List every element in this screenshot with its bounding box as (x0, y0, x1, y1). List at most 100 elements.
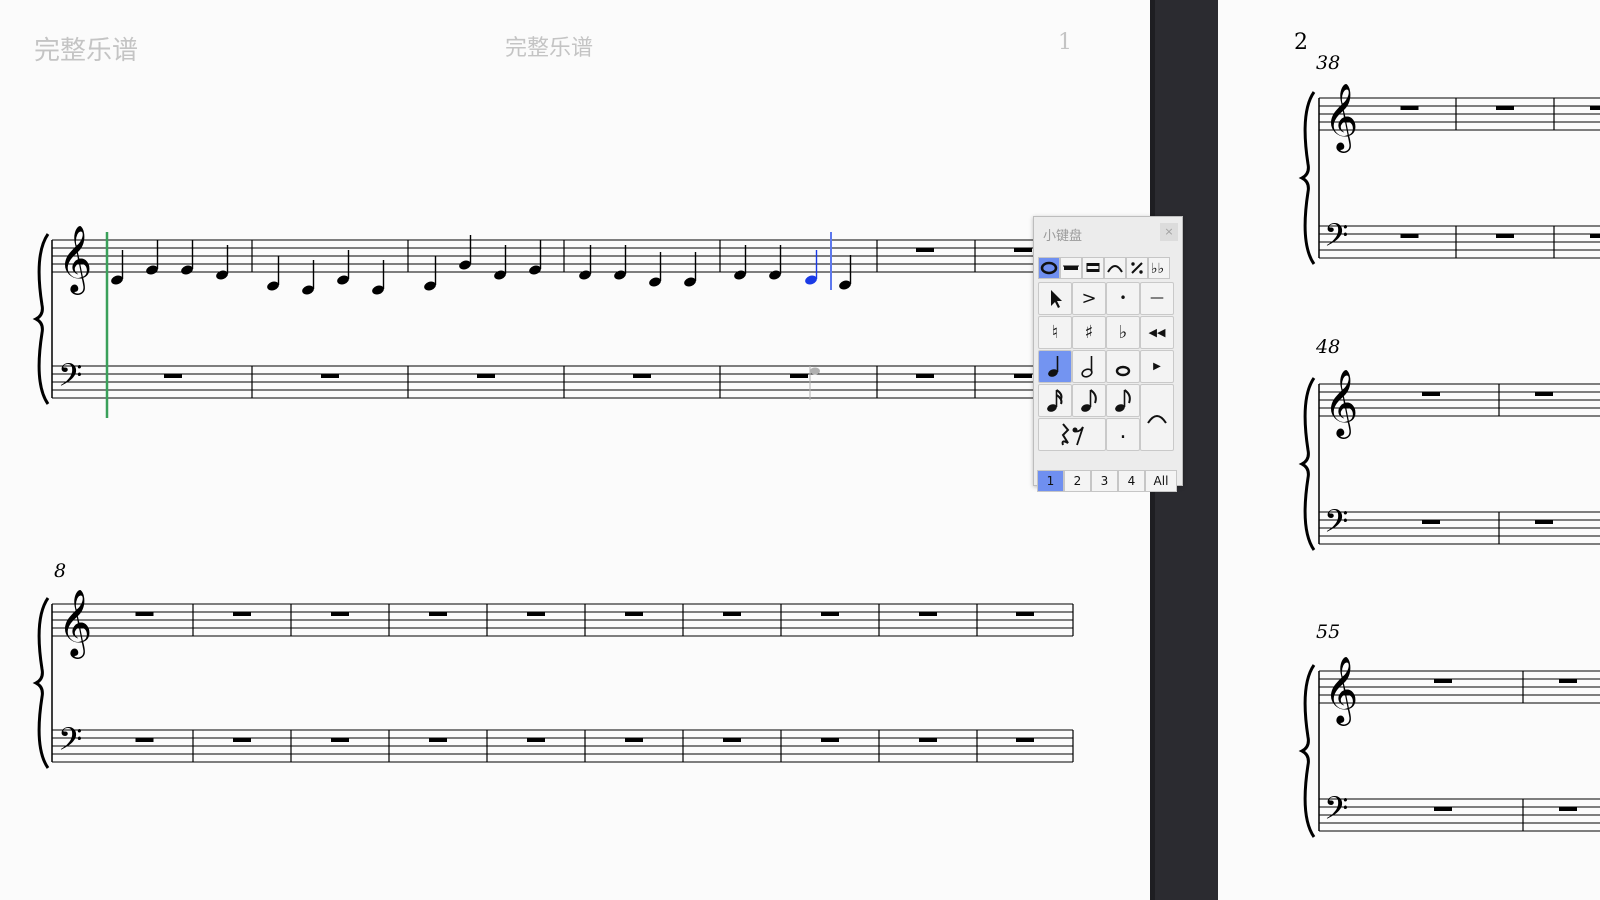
beam-tab[interactable] (1082, 257, 1104, 279)
treble-clef-icon: 𝄞 (1324, 368, 1358, 439)
whole-rest (1559, 679, 1577, 683)
whole-rest (233, 612, 251, 616)
whole-rest (1422, 392, 1440, 396)
tie-tab[interactable] (1104, 257, 1126, 279)
brace (1298, 664, 1316, 838)
voice-4-tab[interactable]: 4 (1118, 470, 1145, 492)
svg-text:♭♭: ♭♭ (1151, 261, 1164, 277)
palette-close-button[interactable]: × (1160, 223, 1178, 241)
whole-rest (1535, 520, 1553, 524)
treble-clef-icon: 𝄞 (1324, 82, 1358, 153)
system-1[interactable]: 𝄞 𝄢 𝄞 𝄢 (0, 0, 1150, 900)
whole-rest (135, 612, 154, 616)
whole-rest (625, 612, 643, 616)
score-page-1: 完整乐谱 完整乐谱 1 𝄞 𝄢 𝄞 𝄢 8 (0, 0, 1150, 900)
whole-rest (527, 612, 545, 616)
flat-button[interactable]: ♭ (1106, 316, 1140, 349)
measure-number: 8 (54, 560, 67, 582)
whole-rest (625, 738, 643, 742)
play-button[interactable]: ▶ (1140, 350, 1174, 383)
treble-clef-icon: 𝄞 (1324, 655, 1358, 726)
whole-rest (1422, 520, 1440, 524)
whole-rest (723, 738, 741, 742)
measure-number: 48 (1316, 336, 1341, 358)
whole-rest (919, 738, 937, 742)
whole-rest (1496, 106, 1514, 110)
whole-rest (429, 612, 447, 616)
whole-rest (429, 738, 447, 742)
whole-rest (331, 738, 349, 742)
whole-rest (723, 612, 741, 616)
sixteenth-note-button[interactable] (1038, 384, 1072, 417)
whole-rest (821, 612, 839, 616)
staccato-button[interactable]: • (1106, 282, 1140, 315)
whole-rest (1014, 248, 1032, 252)
whole-rest (1590, 106, 1600, 110)
eighth-note-button[interactable] (1072, 384, 1106, 417)
accent-button[interactable]: > (1072, 282, 1106, 315)
whole-rest (919, 612, 937, 616)
whole-rest (916, 374, 934, 378)
measure-number: 38 (1316, 52, 1341, 74)
ghost-note (810, 367, 820, 375)
whole-rest (1434, 679, 1452, 683)
whole-rest (1400, 234, 1419, 238)
whole-rest (1016, 738, 1034, 742)
measure-number: 55 (1316, 621, 1341, 643)
whole-rest (790, 374, 808, 378)
whole-rest (1014, 374, 1032, 378)
whole-rest (164, 374, 182, 378)
whole-rest (916, 248, 934, 252)
bass-clef-icon: 𝄢 (1324, 217, 1348, 261)
whole-rest (633, 374, 651, 378)
sharp-button[interactable]: ♯ (1072, 316, 1106, 349)
palette-title: 小键盘 (1043, 229, 1083, 244)
repeat-tab[interactable] (1126, 257, 1148, 279)
score-page-2: 2 𝄞 𝄢 𝄞 𝄢 𝄞 𝄢 38 48 55 (1218, 0, 1600, 900)
whole-rest (331, 612, 349, 616)
note-input-palette[interactable]: 小键盘 × ♭♭ > • — ♮ ♯ ♭ ◀◀ ▶ . 1 2 3 4 All (1033, 216, 1183, 492)
pointer-button[interactable] (1038, 282, 1072, 315)
rest-button[interactable] (1038, 418, 1106, 451)
natural-button[interactable]: ♮ (1038, 316, 1072, 349)
whole-rest (1535, 392, 1553, 396)
bass-clef-icon: 𝄢 (1324, 790, 1348, 834)
voice-3-tab[interactable]: 3 (1091, 470, 1118, 492)
brace (32, 233, 50, 405)
whole-rest (135, 738, 154, 742)
page-2-systems[interactable]: 𝄞 𝄢 𝄞 𝄢 𝄞 𝄢 (1218, 0, 1600, 900)
bass-clef-icon: 𝄢 (1324, 503, 1348, 547)
whole-rest (1016, 612, 1034, 616)
voice-2-tab[interactable]: 2 (1064, 470, 1091, 492)
rest-tab[interactable] (1060, 257, 1082, 279)
brace (1298, 91, 1316, 265)
treble-clef-icon: 𝄞 (58, 588, 92, 659)
brace (1298, 377, 1316, 551)
whole-rest (821, 738, 839, 742)
whole-rest (321, 374, 339, 378)
treble-clef-icon: 𝄞 (58, 224, 92, 295)
whole-rest (233, 738, 251, 742)
brace (32, 597, 50, 769)
whole-rest (1400, 106, 1419, 110)
whole-rest (1559, 807, 1577, 811)
tenuto-button[interactable]: — (1140, 282, 1174, 315)
dot-button[interactable]: . (1106, 418, 1140, 451)
eighth-note-button-alt[interactable] (1106, 384, 1140, 417)
voice-1-tab[interactable]: 1 (1037, 470, 1064, 492)
whole-rest (477, 374, 495, 378)
half-note-button[interactable] (1072, 350, 1106, 383)
whole-rest (527, 738, 545, 742)
bass-clef-icon: 𝄢 (58, 357, 82, 401)
rewind-button[interactable]: ◀◀ (1140, 316, 1174, 349)
whole-rest (1496, 234, 1514, 238)
bass-clef-icon: 𝄢 (58, 721, 82, 765)
whole-rest (1434, 807, 1452, 811)
tie-button[interactable] (1140, 384, 1174, 451)
quarter-note-button[interactable] (1038, 350, 1072, 383)
whole-rest (1590, 234, 1600, 238)
whole-note-tab[interactable] (1038, 257, 1060, 279)
voice-all-tab[interactable]: All (1145, 470, 1177, 492)
double-flat-tab[interactable]: ♭♭ (1148, 257, 1170, 279)
whole-note-button[interactable] (1106, 350, 1140, 383)
